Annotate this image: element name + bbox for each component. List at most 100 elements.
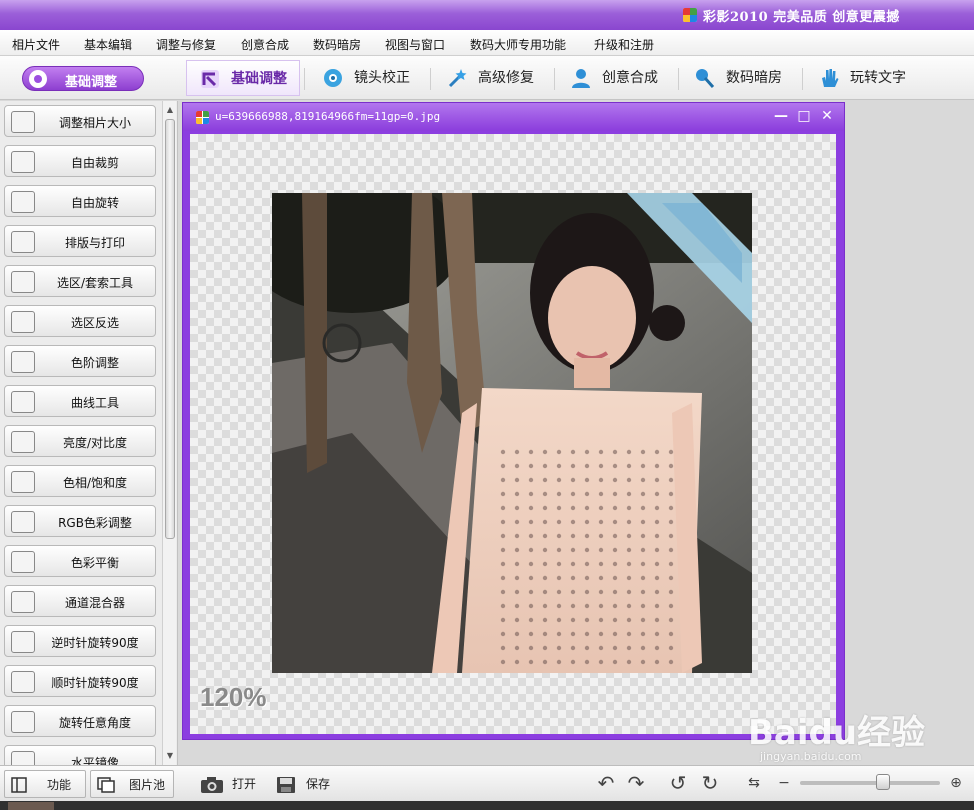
tool-button[interactable]: 选区/套索工具 bbox=[4, 265, 156, 297]
zoom-in-icon[interactable]: ⊕ bbox=[944, 771, 968, 795]
tool-button[interactable]: 水平镜像 bbox=[4, 745, 156, 765]
redo-icon[interactable]: ↷ bbox=[624, 771, 648, 795]
image-window-titlebar[interactable]: u=639666988,819164966fm=11gp=0.jpg — □ ✕ bbox=[183, 103, 844, 131]
menu-view-window[interactable]: 视图与窗口 bbox=[385, 36, 445, 53]
maximize-icon[interactable]: □ bbox=[796, 108, 812, 124]
camera-icon bbox=[201, 777, 223, 793]
menu-creative[interactable]: 创意合成 bbox=[241, 36, 289, 53]
zoom-slider[interactable] bbox=[800, 781, 940, 785]
tool-label: RGB色彩调整 bbox=[58, 516, 132, 530]
person-icon bbox=[572, 69, 590, 88]
title-bar: 彩影2010 完美品质 创意更震撼 bbox=[0, 0, 974, 30]
tool-label: 旋转任意角度 bbox=[58, 716, 131, 730]
divider bbox=[304, 68, 305, 90]
thumbnail[interactable] bbox=[8, 802, 54, 810]
image-pool-button[interactable]: 图片池 bbox=[90, 770, 174, 798]
crop-arrow-icon bbox=[201, 70, 219, 88]
zoom-slider-thumb[interactable] bbox=[876, 774, 890, 790]
current-module-button[interactable]: 基础调整 bbox=[22, 66, 144, 91]
image-window: u=639666988,819164966fm=11gp=0.jpg — □ ✕ bbox=[182, 102, 845, 740]
hue-icon bbox=[11, 471, 35, 493]
image-filename: u=639666988,819164966fm=11gp=0.jpg bbox=[215, 110, 441, 123]
rotate-left-icon[interactable]: ↺ bbox=[666, 771, 690, 795]
menu-adjust-repair[interactable]: 调整与修复 bbox=[156, 36, 216, 53]
curves-icon bbox=[11, 391, 35, 413]
menu-upgrade-register[interactable]: 升级和注册 bbox=[594, 36, 654, 53]
divider bbox=[802, 68, 803, 90]
photo bbox=[272, 193, 752, 673]
tool-button[interactable]: 旋转任意角度 bbox=[4, 705, 156, 737]
lasso-icon bbox=[11, 271, 35, 293]
tool-button[interactable]: 色相/饱和度 bbox=[4, 465, 156, 497]
tool-label: 色阶调整 bbox=[70, 356, 119, 370]
menu-darkroom[interactable]: 数码暗房 bbox=[313, 36, 361, 53]
workspace: u=639666988,819164966fm=11gp=0.jpg — □ ✕ bbox=[179, 101, 974, 765]
tool-button[interactable]: 选区反选 bbox=[4, 305, 156, 337]
rotate-right-icon[interactable]: ↻ bbox=[698, 771, 722, 795]
scroll-thumb[interactable] bbox=[165, 119, 175, 539]
tool-button[interactable]: 通道混合器 bbox=[4, 585, 156, 617]
tool-label: 通道混合器 bbox=[64, 596, 125, 610]
tool-button[interactable]: 顺时针旋转90度 bbox=[4, 665, 156, 697]
open-button[interactable]: 打开 bbox=[200, 770, 266, 798]
panel-icon bbox=[11, 777, 27, 793]
tool-button[interactable]: 亮度/对比度 bbox=[4, 425, 156, 457]
tab-lens-correction[interactable]: 镜头校正 bbox=[310, 60, 426, 96]
rotate-cw-icon bbox=[11, 671, 35, 693]
zoom-out-icon[interactable]: − bbox=[772, 771, 796, 795]
rgb-icon bbox=[11, 511, 35, 533]
tab-advanced-repair[interactable]: 高级修复 bbox=[434, 60, 550, 96]
tool-button[interactable]: 自由旋转 bbox=[4, 185, 156, 217]
tool-button[interactable]: 色阶调整 bbox=[4, 345, 156, 377]
tool-label: 选区/套索工具 bbox=[56, 276, 134, 290]
tool-button[interactable]: 逆时针旋转90度 bbox=[4, 625, 156, 657]
minimize-icon[interactable]: — bbox=[773, 108, 789, 124]
tool-label: 亮度/对比度 bbox=[62, 436, 128, 450]
tab-darkroom[interactable]: 数码暗房 bbox=[682, 60, 798, 96]
watermark: Baidu经验 jingyan.baidu.com bbox=[748, 713, 926, 763]
image-canvas[interactable]: 120% bbox=[190, 134, 836, 734]
tool-button[interactable]: 调整相片大小 bbox=[4, 105, 156, 137]
tool-label: 选区反选 bbox=[70, 316, 119, 330]
levels-icon bbox=[11, 351, 35, 373]
image-file-icon bbox=[196, 111, 209, 124]
tool-button[interactable]: 自由裁剪 bbox=[4, 145, 156, 177]
save-button[interactable]: 保存 bbox=[276, 770, 342, 798]
printer-icon bbox=[11, 231, 35, 253]
menu-basic-edit[interactable]: 基本编辑 bbox=[84, 36, 132, 53]
menu-master-functions[interactable]: 数码大师专用功能 bbox=[470, 36, 566, 53]
tab-play-text[interactable]: 玩转文字 bbox=[806, 60, 922, 96]
crop-icon bbox=[11, 151, 35, 173]
flip-icon[interactable]: ⇆ bbox=[742, 771, 766, 795]
floppy-disk-icon bbox=[277, 777, 295, 793]
tool-button[interactable]: 色彩平衡 bbox=[4, 545, 156, 577]
tool-label: 自由裁剪 bbox=[70, 156, 119, 170]
zoom-level: 120% bbox=[200, 682, 267, 712]
rotate-free-icon bbox=[11, 191, 35, 213]
menu-bar: 相片文件 基本编辑 调整与修复 创意合成 数码暗房 视图与窗口 数码大师专用功能… bbox=[0, 30, 974, 56]
close-icon[interactable]: ✕ bbox=[819, 108, 835, 124]
tab-creative-compose[interactable]: 创意合成 bbox=[558, 60, 674, 96]
tab-basic-adjust[interactable]: 基础调整 bbox=[186, 60, 300, 96]
module-bar: 基础调整 基础调整 镜头校正 高级修复 创意合成 数码暗房 玩转文字 bbox=[0, 56, 974, 100]
app-title: 彩影2010 完美品质 创意更震撼 bbox=[703, 10, 900, 25]
rotate-ccw-icon bbox=[11, 631, 35, 653]
undo-icon[interactable]: ↶ bbox=[594, 771, 618, 795]
resize-icon bbox=[11, 111, 35, 133]
gallery-icon bbox=[97, 777, 115, 793]
tool-button[interactable]: 曲线工具 bbox=[4, 385, 156, 417]
menu-photo-file[interactable]: 相片文件 bbox=[12, 36, 60, 53]
rotate-any-icon bbox=[11, 711, 35, 733]
invert-selection-icon bbox=[11, 311, 35, 333]
tool-button[interactable]: 排版与打印 bbox=[4, 225, 156, 257]
hand-icon bbox=[822, 69, 839, 87]
function-panel-button[interactable]: 功能 bbox=[4, 770, 86, 798]
divider bbox=[678, 68, 679, 90]
scroll-down-arrow-icon[interactable]: ▼ bbox=[163, 749, 177, 763]
brightness-icon bbox=[11, 431, 35, 453]
tool-panel-scrollbar[interactable]: ▲ ▼ bbox=[162, 101, 176, 765]
tool-panel: 调整相片大小自由裁剪自由旋转排版与打印选区/套索工具 选区反选色阶调整曲线工具亮度… bbox=[0, 101, 178, 765]
scroll-up-arrow-icon[interactable]: ▲ bbox=[163, 103, 177, 117]
tool-label: 色相/饱和度 bbox=[62, 476, 128, 490]
tool-button[interactable]: RGB色彩调整 bbox=[4, 505, 156, 537]
